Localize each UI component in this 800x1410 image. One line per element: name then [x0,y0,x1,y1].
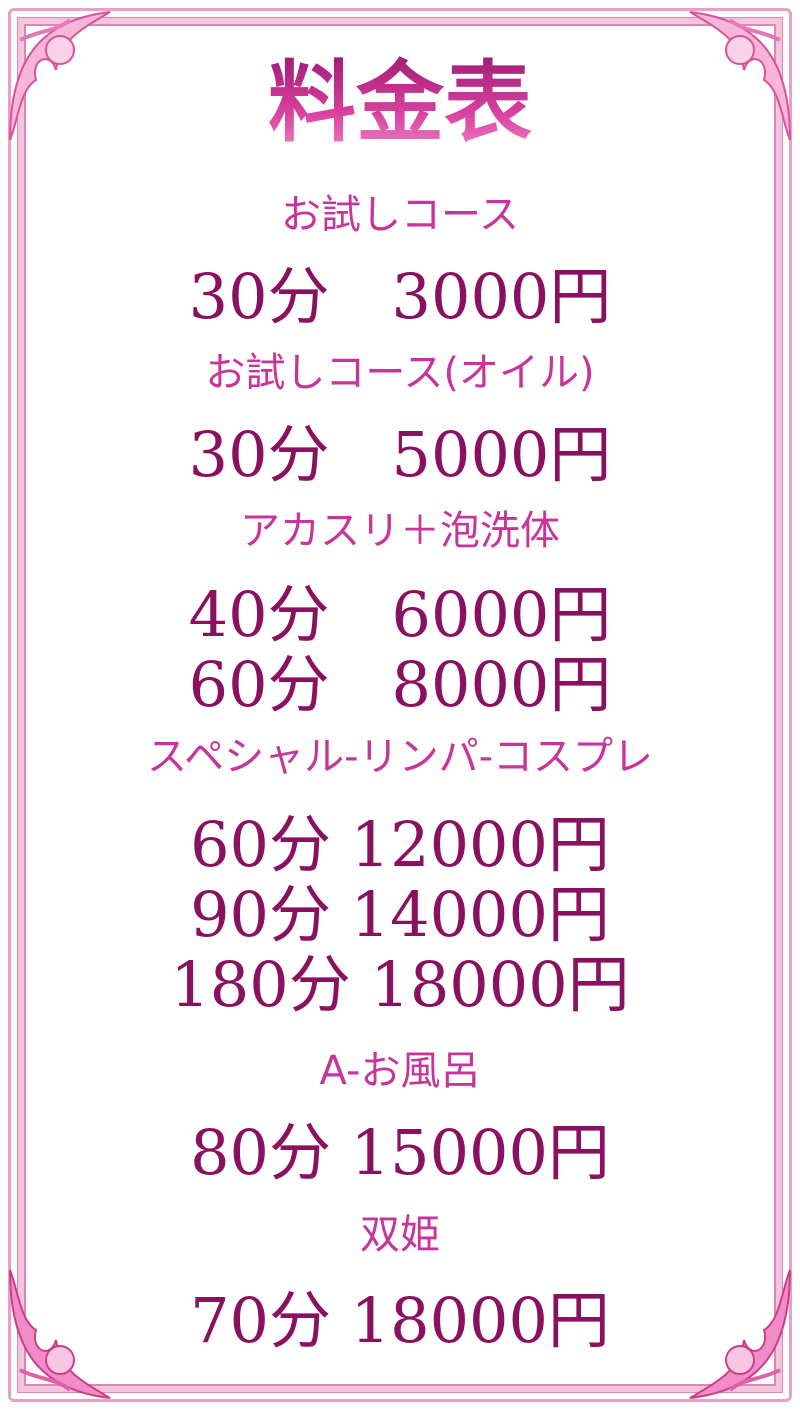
price-line-trial-oil-30: 30分 5000円 [188,418,612,491]
price-list-page: 料金表 お試しコース 30分 3000円 お試しコース(オイル) 30分 500… [0,0,800,1410]
price-line-akasuri-40: 40分 6000円 [188,578,612,651]
price-line-akasuri-60: 60分 8000円 [188,648,612,721]
course-name-trial: お試しコース [281,192,519,238]
price-list-content: 料金表 お試しコース 30分 3000円 お試しコース(オイル) 30分 500… [40,0,760,1410]
price-line-a-bath-80: 80分 15000円 [190,1116,610,1189]
course-name-trial-oil: お試しコース(オイル) [205,350,595,396]
course-name-special: スペシャル-リンパ-コスプレ [146,734,654,780]
price-line-double-70: 70分 18000円 [190,1284,610,1357]
price-line-special-60: 60分 12000円 [190,808,610,881]
course-name-akasuri: アカスリ＋泡洗体 [240,508,560,554]
page-title: 料金表 [40,52,760,152]
course-name-a-bath: A-お風呂 [319,1048,481,1094]
price-line-special-90: 90分 14000円 [190,878,610,951]
course-name-double: 双姫 [360,1212,440,1258]
price-line-trial-30: 30分 3000円 [188,260,612,333]
price-line-special-180: 180分 18000円 [170,948,630,1021]
